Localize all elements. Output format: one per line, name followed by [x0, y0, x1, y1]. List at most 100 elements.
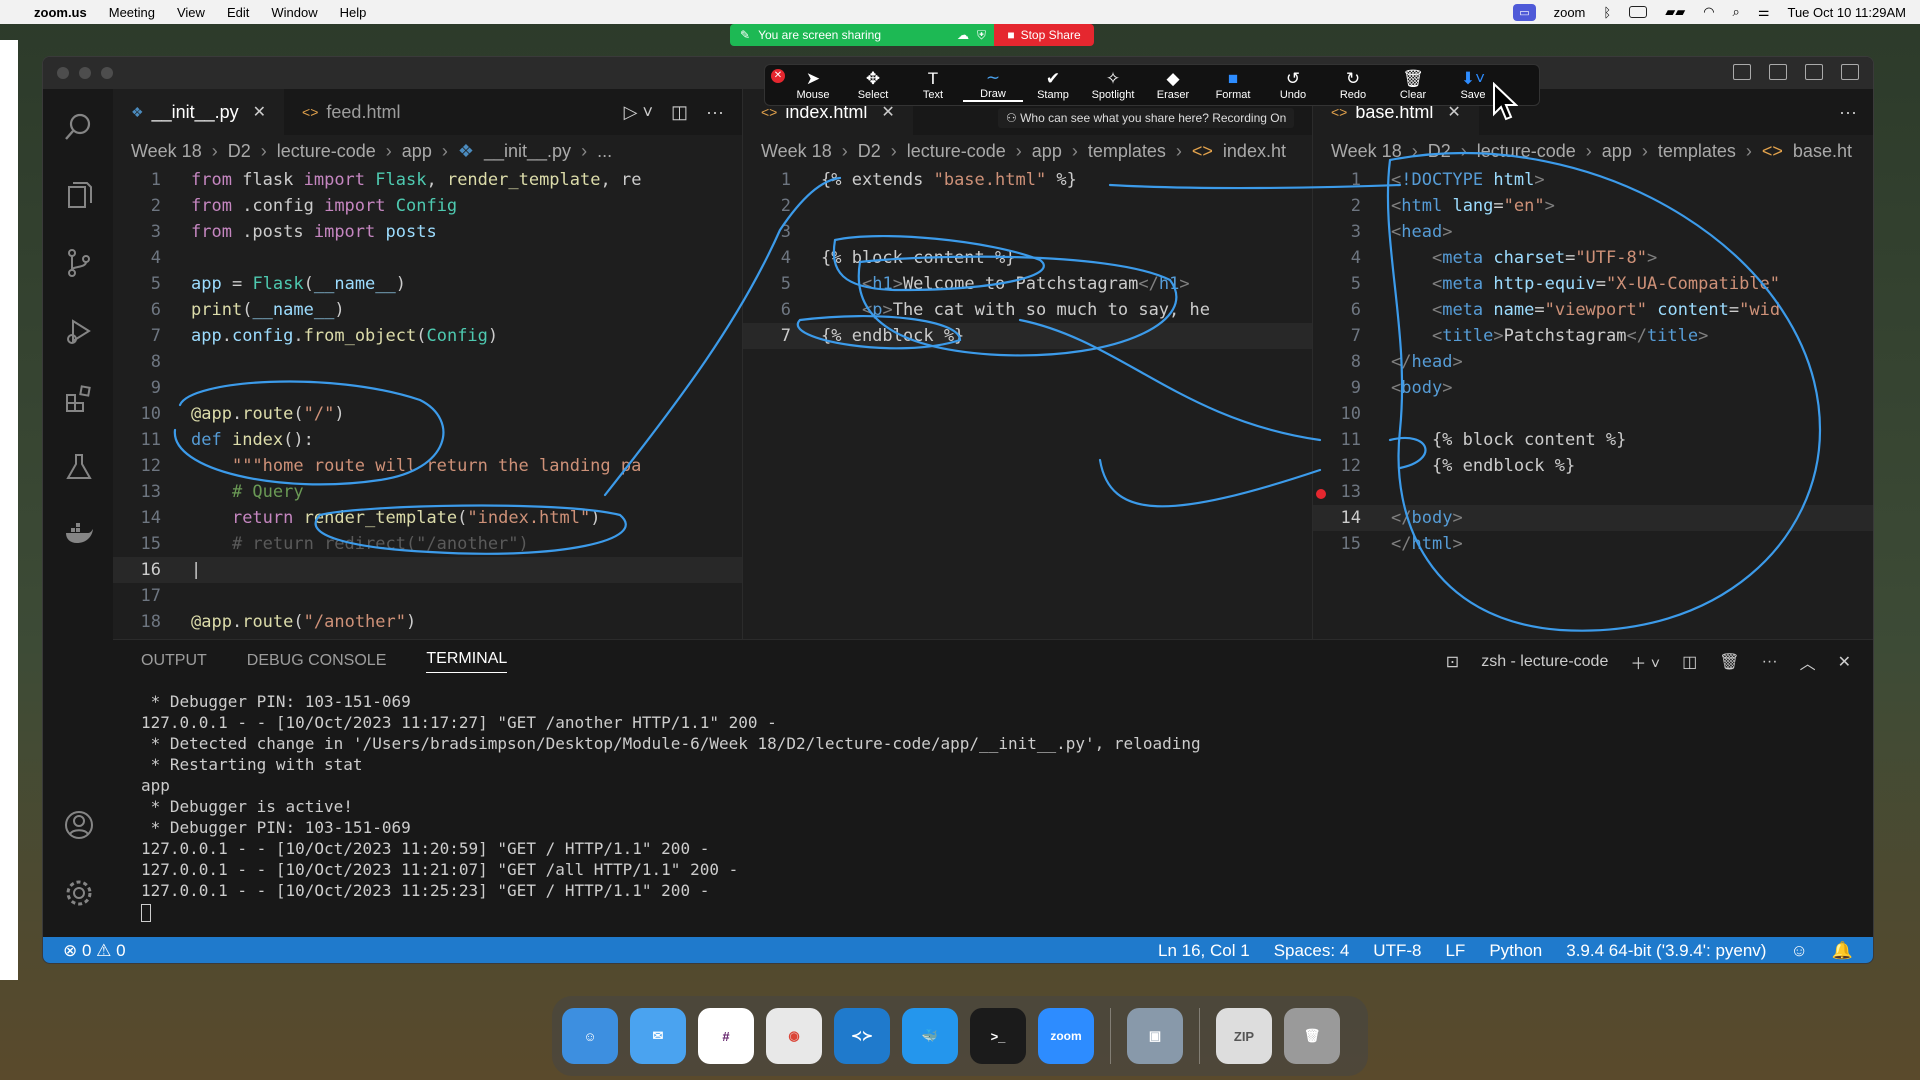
cursor-position[interactable]: Ln 16, Col 1	[1158, 941, 1250, 961]
end-of-line[interactable]: LF	[1445, 941, 1465, 961]
kill-terminal-icon[interactable]: 🗑	[1719, 652, 1739, 672]
split-editor-icon[interactable]: ◫	[671, 102, 688, 123]
crumb[interactable]: Week 18	[131, 141, 202, 162]
menu-item-meeting[interactable]: Meeting	[109, 5, 155, 20]
more-actions-icon[interactable]: ···	[706, 102, 724, 123]
crumb[interactable]: lecture-code	[1477, 141, 1576, 162]
more-actions-icon[interactable]: ···	[1839, 102, 1857, 123]
dock-mail-icon[interactable]: ✉	[630, 1008, 686, 1064]
close-annotation-button[interactable]: ✕	[771, 69, 785, 83]
terminal-output[interactable]: * Debugger PIN: 103-151-069 127.0.0.1 - …	[113, 682, 1873, 933]
close-panel-icon[interactable]: ✕	[1838, 652, 1851, 672]
toggle-secondary-sidebar-icon[interactable]	[1805, 64, 1823, 80]
crumb[interactable]: templates	[1088, 141, 1166, 162]
code-area-left[interactable]: 1 from flask import Flask, render_templat…	[113, 167, 742, 635]
tool-stamp[interactable]: ✔ Stamp	[1023, 69, 1083, 101]
tool-redo[interactable]: ↻ Redo	[1323, 69, 1383, 101]
search-icon[interactable]	[63, 111, 95, 143]
customize-layout-icon[interactable]	[1841, 64, 1859, 80]
crumb[interactable]: __init__.py	[484, 141, 571, 162]
tool-clear[interactable]: 🗑 Clear	[1383, 69, 1443, 101]
dock-docker-icon[interactable]: 🐳	[902, 1008, 958, 1064]
tab-init-py[interactable]: ❖ __init__.py ✕	[113, 89, 285, 135]
dock-preview-icon[interactable]: ▣	[1127, 1008, 1183, 1064]
new-terminal-icon[interactable]: ＋ ˅	[1630, 650, 1660, 674]
close-tab-icon[interactable]: ✕	[253, 102, 266, 122]
language-mode[interactable]: Python	[1489, 941, 1542, 961]
bluetooth-icon[interactable]: ᛒ	[1603, 5, 1611, 20]
crumb[interactable]: app	[402, 141, 432, 162]
dock-chrome-icon[interactable]: ◉	[766, 1008, 822, 1064]
crumb[interactable]: templates	[1658, 141, 1736, 162]
spotlight-search-icon[interactable]: ⌕	[1733, 4, 1740, 20]
minimize-window-button[interactable]	[79, 67, 91, 79]
dock-finder-icon[interactable]: ☺	[562, 1008, 618, 1064]
encoding[interactable]: UTF-8	[1373, 941, 1421, 961]
crumb[interactable]: Week 18	[1331, 141, 1402, 162]
more-actions-icon[interactable]: ···	[1762, 653, 1778, 671]
code-area-right[interactable]: 1 <!DOCTYPE html> 2 <html lang="en"> 3 <hea…	[1313, 167, 1873, 557]
crumb[interactable]: D2	[1428, 141, 1451, 162]
tool-spotlight[interactable]: ✧ Spotlight	[1083, 69, 1143, 101]
battery-icon[interactable]: ▰▰	[1665, 4, 1685, 20]
tool-eraser[interactable]: ◆ Eraser	[1143, 69, 1203, 101]
crumb[interactable]: D2	[858, 141, 881, 162]
source-control-icon[interactable]	[63, 247, 95, 279]
crumb[interactable]: lecture-code	[277, 141, 376, 162]
explorer-icon[interactable]	[63, 179, 95, 211]
dock-slack-icon[interactable]: #	[698, 1008, 754, 1064]
terminal-name[interactable]: zsh - lecture-code	[1481, 653, 1608, 671]
tool-text[interactable]: T Text	[903, 69, 963, 101]
account-icon[interactable]	[63, 809, 95, 841]
indentation[interactable]: Spaces: 4	[1274, 941, 1350, 961]
tab-feed-html[interactable]: <> feed.html	[284, 89, 418, 135]
split-terminal-icon[interactable]: ◫	[1682, 652, 1697, 672]
menu-app-name[interactable]: zoom.us	[34, 5, 87, 20]
maximize-panel-icon[interactable]: ︿	[1800, 650, 1816, 674]
crumb[interactable]: app	[1602, 141, 1632, 162]
who-can-see-banner[interactable]: ⚇ Who can see what you share here? Recor…	[998, 108, 1295, 128]
menu-item-window[interactable]: Window	[271, 5, 317, 20]
dock-zoom-icon[interactable]: zoom	[1038, 1008, 1094, 1064]
tab-terminal[interactable]: TERMINAL	[426, 650, 508, 673]
maximize-window-button[interactable]	[101, 67, 113, 79]
notifications-bell-icon[interactable]: 🔔	[1832, 941, 1853, 961]
wifi-icon[interactable]: ◠	[1703, 4, 1714, 20]
tool-draw[interactable]: ∼ Draw	[963, 68, 1023, 102]
tool-undo[interactable]: ↺ Undo	[1263, 69, 1323, 101]
dock-archive-icon[interactable]: ZIP	[1216, 1008, 1272, 1064]
code-area-middle[interactable]: 1 {% extends "base.html" %} 2 3 4 {% block…	[743, 167, 1312, 349]
zoom-status-icon[interactable]: ▭	[1513, 3, 1536, 21]
menu-item-view[interactable]: View	[177, 5, 205, 20]
toggle-primary-sidebar-icon[interactable]	[1733, 64, 1751, 80]
toggle-panel-icon[interactable]	[1769, 64, 1787, 80]
zoom-menubar-label[interactable]: zoom	[1554, 5, 1586, 20]
run-python-icon[interactable]: ▷ ˅	[624, 102, 653, 123]
tool-select[interactable]: ✥ Select	[843, 69, 903, 101]
crumb[interactable]: D2	[228, 141, 251, 162]
stop-share-button[interactable]: ■ Stop Share	[994, 24, 1094, 46]
tool-format[interactable]: ■ Format	[1203, 69, 1263, 101]
dock-terminal-icon[interactable]: >_	[970, 1008, 1026, 1064]
problems-indicator[interactable]: ⊗ 0 ⚠ 0	[63, 941, 126, 961]
crumb[interactable]: index.ht	[1223, 141, 1286, 162]
tab-debug-console[interactable]: DEBUG CONSOLE	[247, 652, 387, 670]
dock-trash-icon[interactable]: 🗑	[1284, 1008, 1340, 1064]
tab-output[interactable]: OUTPUT	[141, 652, 207, 670]
close-window-button[interactable]	[57, 67, 69, 79]
menu-item-edit[interactable]: Edit	[227, 5, 249, 20]
python-interpreter[interactable]: 3.9.4 64-bit ('3.9.4': pyenv)	[1566, 941, 1766, 961]
crumb[interactable]: app	[1032, 141, 1062, 162]
display-icon[interactable]	[1629, 6, 1648, 18]
tool-mouse[interactable]: ➤ Mouse	[783, 69, 843, 101]
extensions-icon[interactable]	[63, 383, 95, 415]
dock-vscode-icon[interactable]: ≺≻	[834, 1008, 890, 1064]
run-debug-icon[interactable]	[63, 315, 95, 347]
crumb[interactable]: ...	[597, 141, 612, 162]
crumb[interactable]: Week 18	[761, 141, 832, 162]
crumb[interactable]: base.ht	[1793, 141, 1852, 162]
testing-flask-icon[interactable]	[63, 451, 95, 483]
crumb[interactable]: lecture-code	[907, 141, 1006, 162]
feedback-icon[interactable]: ☺	[1790, 941, 1807, 961]
menu-item-help[interactable]: Help	[340, 5, 367, 20]
